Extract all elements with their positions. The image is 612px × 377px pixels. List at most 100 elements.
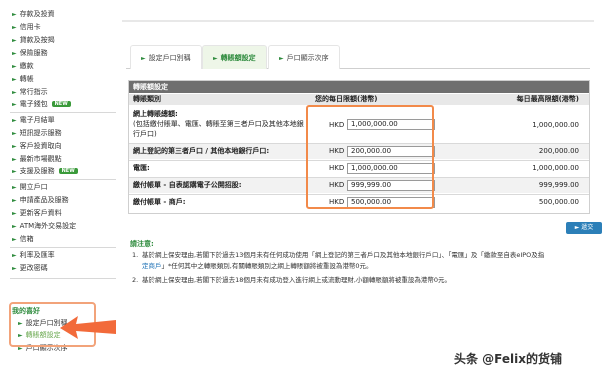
sidebar-item-credit-card[interactable]: ► 信用卡 [12, 23, 41, 32]
panel-title: 轉賬額設定 [129, 81, 589, 93]
sidebar-item-apply-products[interactable]: ► 申請產品及服務 [12, 196, 69, 205]
tab-label: 轉賬額設定 [220, 54, 256, 62]
chevron-right-icon: ► [12, 89, 17, 96]
tab-bar: ► 設定戶口別稱 ► 轉賬額設定 ► 戶口顯示次序 [126, 45, 590, 69]
sidebar-item-label: 短訊提示服務 [19, 129, 62, 137]
chevron-right-icon: ► [12, 117, 17, 124]
sidebar-item-market-view[interactable]: ► 最新市場觀點 [12, 155, 62, 164]
sidebar-divider [10, 278, 116, 279]
row-type: 網上登記的第三者戶口 / 其他本地銀行戶口: [133, 147, 270, 155]
chevron-right-icon: ► [12, 63, 17, 70]
sidebar-item-investment-profile[interactable]: ► 客戶投資取向 [12, 142, 62, 151]
sidebar-item-transfer[interactable]: ► 轉帳 [12, 75, 34, 84]
table-header-row: 轉賬類別 您的每日限額(港幣) 每日最高限額(港幣) [129, 94, 589, 105]
chevron-right-icon: ► [12, 24, 17, 31]
submit-label: 遞交 [581, 224, 594, 231]
header-max-limit: 每日最高限額(港幣) [516, 95, 579, 103]
sidebar-item-label: ATM海外交易設定 [19, 222, 77, 230]
sidebar-item-e-statement[interactable]: ► 電子月結單 [12, 116, 55, 125]
sidebar-item-update-info[interactable]: ► 更新客戶資料 [12, 209, 62, 218]
sidebar-item-label: 信用卡 [19, 23, 41, 31]
sidebar-item-support[interactable]: ► 支援及服務 NEW [12, 167, 78, 176]
note-text: 基於網上保安理由,若閣下於過去18個月未有成功登入進行網上或流動理財,小額轉賬額… [142, 276, 452, 284]
sidebar-divider [10, 179, 116, 180]
sidebar-nav: ► 存款及投資 ► 信用卡 ► 貸款及按揭 ► 保險服務 ► 繳款 ► 轉帳 ► 常行指示 ►… [0, 0, 118, 377]
chevron-right-icon: ► [12, 236, 17, 243]
designated-merchant-link[interactable]: 定商戶 [142, 262, 162, 270]
sidebar-item-label: 信箱 [19, 235, 34, 243]
sidebar-item-label: 客戶投資取向 [19, 142, 62, 150]
sidebar-item-label: 存款及投資 [19, 10, 55, 18]
max-limit-value: 1,000,000.00 [532, 121, 579, 129]
sidebar-item-label: 更改密碼 [19, 264, 48, 272]
note-text: 」*任何其中之轉賬類別,有關轉賬類別之網上轉賬額將被重設為港幣0元。 [161, 262, 373, 270]
sidebar-item-label: 常行指示 [19, 88, 48, 96]
sidebar-item-label: 貸款及按揭 [19, 36, 55, 44]
chevron-right-icon: ► [12, 130, 17, 137]
sidebar-item-label: 電子錢包 [19, 100, 48, 108]
sidebar-item-change-password[interactable]: ► 更改密碼 [12, 264, 48, 273]
tab-account-nickname[interactable]: ► 設定戶口別稱 [130, 45, 202, 69]
annotation-arrow-icon [60, 316, 116, 339]
sidebar-item-label: 繳款 [19, 62, 34, 70]
chevron-right-icon: ► [12, 197, 17, 204]
row-type-detail: (包括繳付賬單、電匯、轉賬至第三者戶口及其他本地銀 [133, 120, 304, 128]
note-number: 2. [132, 276, 139, 284]
chevron-right-icon: ► [12, 76, 17, 83]
chevron-right-icon: ► [12, 143, 17, 150]
max-limit-value: 1,000,000.00 [532, 164, 579, 172]
new-badge: NEW [58, 168, 78, 174]
chevron-right-icon: ► [12, 223, 17, 230]
sidebar-item-label: 轉帳 [19, 75, 34, 83]
sidebar-item-rates[interactable]: ► 利率及匯率 [12, 251, 55, 260]
note-item: 1. 基於網上保安理由,若閣下於過去13個月未有任何成功使用「網上登記的第三者戶口… [132, 250, 592, 261]
chevron-right-icon: ► [12, 101, 17, 108]
chevron-right-icon: ► [12, 50, 17, 57]
sidebar-item-mailbox[interactable]: ► 信箱 [12, 235, 34, 244]
divider [122, 20, 594, 22]
chevron-right-icon: ► [141, 55, 146, 62]
header-daily-limit: 您的每日限額(港幣) [315, 95, 378, 103]
sidebar-item-loans[interactable]: ► 貸款及按揭 [12, 36, 55, 45]
submit-button[interactable]: ► 遞交 [566, 222, 602, 234]
sidebar-item-e-wallet[interactable]: ► 電子錢包 NEW [12, 100, 71, 109]
sidebar-item-label: 申請產品及服務 [19, 196, 69, 204]
row-type: 繳付帳單 - 自表認購電子公開招股: [133, 181, 242, 189]
sidebar-item-payments[interactable]: ► 繳款 [12, 62, 34, 71]
new-badge: NEW [51, 101, 71, 107]
chevron-right-icon: ► [279, 55, 284, 62]
main-content: ► 設定戶口別稱 ► 轉賬額設定 ► 戶口顯示次序 轉賬額設定 轉賬類別 您的每日限額… [118, 0, 612, 377]
max-limit-value: 200,000.00 [538, 147, 579, 155]
sidebar-item-label: 利率及匯率 [19, 251, 55, 259]
row-type: 電匯: [133, 164, 150, 172]
note-number: 1. [132, 251, 139, 259]
row-type-detail: 行戶口) [133, 130, 157, 138]
note-item-continued: 定商戶」*任何其中之轉賬類別,有關轉賬類別之網上轉賬額將被重設為港幣0元。 [142, 261, 602, 272]
sidebar-divider [10, 112, 116, 113]
note-text: 基於網上保安理由,若閣下於過去13個月未有任何成功使用「網上登記的第三者戶口及其… [142, 251, 545, 259]
sidebar-item-sms-alerts[interactable]: ► 短訊提示服務 [12, 129, 62, 138]
sidebar-item-label: 支援及服務 [19, 167, 55, 175]
row-type: 繳付帳單 - 商戶: [133, 198, 186, 206]
chevron-right-icon: ► [12, 265, 17, 272]
chevron-right-icon: ► [12, 11, 17, 18]
annotation-highlight-box [306, 105, 434, 209]
sidebar-item-label: 電子月結單 [19, 116, 55, 124]
sidebar-item-deposits[interactable]: ► 存款及投資 [12, 10, 55, 19]
chevron-right-icon: ► [12, 37, 17, 44]
sidebar-item-open-account[interactable]: ► 開立戶口 [12, 183, 48, 192]
row-type: 網上轉賬總額: [133, 110, 178, 118]
sidebar-item-label: 更新客戶資料 [19, 209, 62, 217]
sidebar-item-atm-overseas[interactable]: ► ATM海外交易設定 [12, 222, 76, 231]
sidebar-item-insurance[interactable]: ► 保險服務 [12, 49, 48, 58]
tab-account-order[interactable]: ► 戶口顯示次序 [268, 45, 340, 69]
chevron-right-icon: ► [12, 156, 17, 163]
chevron-right-icon: ► [12, 184, 17, 191]
note-item: 2. 基於網上保安理由,若閣下於過去18個月未有成功登入進行網上或流動理財,小額轉… [132, 275, 592, 286]
header-type: 轉賬類別 [133, 95, 161, 103]
max-limit-value: 999,999.00 [538, 181, 579, 189]
tab-transfer-limit[interactable]: ► 轉賬額設定 [202, 45, 267, 69]
chevron-right-icon: ► [12, 252, 17, 259]
notes-title: 請注意: [130, 240, 154, 248]
sidebar-item-standing-instructions[interactable]: ► 常行指示 [12, 88, 48, 97]
